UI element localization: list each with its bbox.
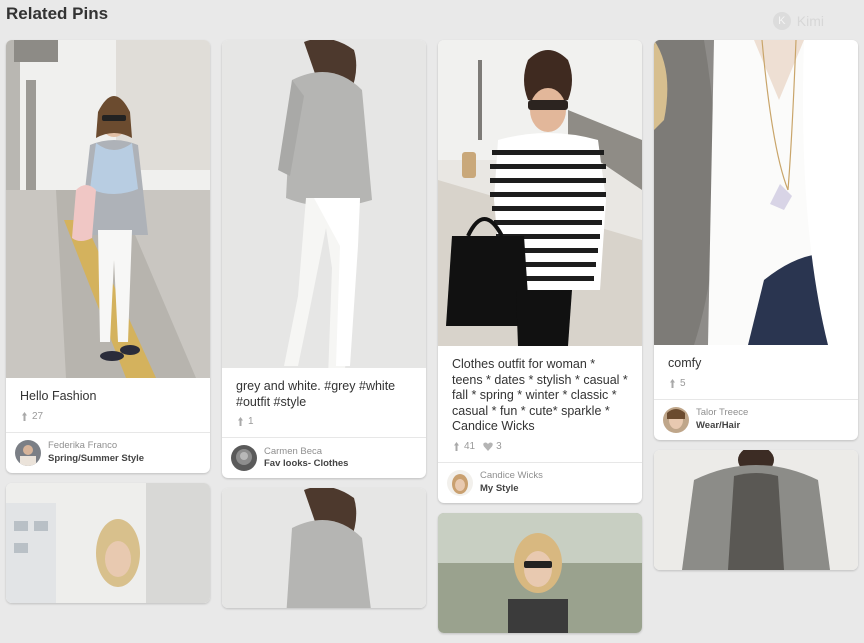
pin-stats: 5 — [654, 376, 858, 399]
pin-image[interactable] — [438, 512, 642, 633]
repin-count: 41 — [452, 441, 475, 452]
board-name[interactable]: Fav looks- Clothes — [264, 458, 348, 471]
pin-icon — [670, 378, 675, 388]
pin-column-4: comfy 5 Talor Treece Wear/Hair — [654, 40, 858, 580]
repin-count-value: 5 — [680, 377, 686, 389]
pin-image[interactable] — [6, 40, 210, 378]
pin-description: Clothes outfit for woman * teens * dates… — [452, 357, 628, 433]
pin-card[interactable]: comfy 5 Talor Treece Wear/Hair — [654, 40, 858, 440]
repin-count-value: 1 — [248, 416, 254, 427]
pinner-name[interactable]: Candice Wicks — [480, 470, 543, 483]
pin-card[interactable] — [6, 482, 210, 603]
pin-column-1: Hello Fashion 27 Federika Franco Spring/… — [6, 40, 210, 613]
pin-image[interactable] — [654, 449, 858, 570]
pin-card[interactable]: Hello Fashion 27 Federika Franco Spring/… — [6, 40, 210, 473]
user-avatar: K — [772, 12, 791, 30]
pin-card[interactable]: grey and white. #grey #white #outfit #st… — [222, 40, 426, 478]
user-name: Kimi — [796, 13, 824, 29]
pinner-info[interactable]: Candice Wicks My Style — [438, 461, 642, 503]
repin-count-value: 27 — [32, 410, 44, 422]
heart-icon — [483, 442, 493, 451]
repin-count: 1 — [236, 416, 254, 427]
like-count-value: 3 — [496, 440, 502, 452]
pin-icon — [238, 417, 243, 426]
pin-image[interactable] — [222, 488, 426, 608]
user-profile[interactable]: K Kimi — [772, 12, 824, 30]
pin-description: Hello Fashion — [20, 389, 97, 403]
pin-image[interactable] — [438, 40, 642, 346]
pin-column-2: grey and white. #grey #white #outfit #st… — [222, 40, 426, 618]
avatar[interactable] — [15, 439, 41, 466]
pin-description: grey and white. #grey #white #outfit #st… — [236, 379, 396, 409]
pin-stats: 27 — [6, 409, 210, 432]
pin-column-3: Clothes outfit for woman * teens * dates… — [438, 40, 642, 643]
pin-description: comfy — [668, 356, 702, 370]
pin-card[interactable] — [654, 449, 858, 570]
board-name[interactable]: My Style — [480, 483, 543, 496]
avatar[interactable] — [663, 406, 689, 433]
pin-card[interactable]: Clothes outfit for woman * teens * dates… — [438, 40, 642, 503]
avatar[interactable] — [447, 469, 473, 496]
pinner-info[interactable]: Federika Franco Spring/Summer Style — [6, 431, 210, 473]
pin-stats: 41 3 — [438, 439, 642, 462]
repin-count: 5 — [668, 378, 686, 389]
repin-count-value: 41 — [464, 440, 476, 452]
pinner-info[interactable]: Talor Treece Wear/Hair — [654, 398, 858, 440]
avatar[interactable] — [231, 445, 257, 471]
pin-card[interactable] — [222, 488, 426, 608]
pin-icon — [454, 441, 459, 451]
like-count: 3 — [483, 441, 502, 452]
board-name[interactable]: Spring/Summer Style — [48, 453, 144, 466]
pinner-name[interactable]: Federika Franco — [48, 440, 144, 453]
pin-icon — [22, 411, 27, 421]
pin-image[interactable] — [6, 482, 210, 603]
pinner-name[interactable]: Talor Treece — [696, 407, 748, 420]
pin-card[interactable] — [438, 512, 642, 633]
pinner-info[interactable]: Carmen Beca Fav looks- Clothes — [222, 437, 426, 478]
pin-stats: 1 — [222, 414, 426, 437]
board-name[interactable]: Wear/Hair — [696, 420, 748, 433]
pinner-name[interactable]: Carmen Beca — [264, 446, 348, 459]
pin-image[interactable] — [654, 40, 858, 345]
pin-image[interactable] — [222, 40, 426, 368]
page-title: Related Pins — [6, 4, 109, 23]
repin-count: 27 — [20, 411, 43, 422]
